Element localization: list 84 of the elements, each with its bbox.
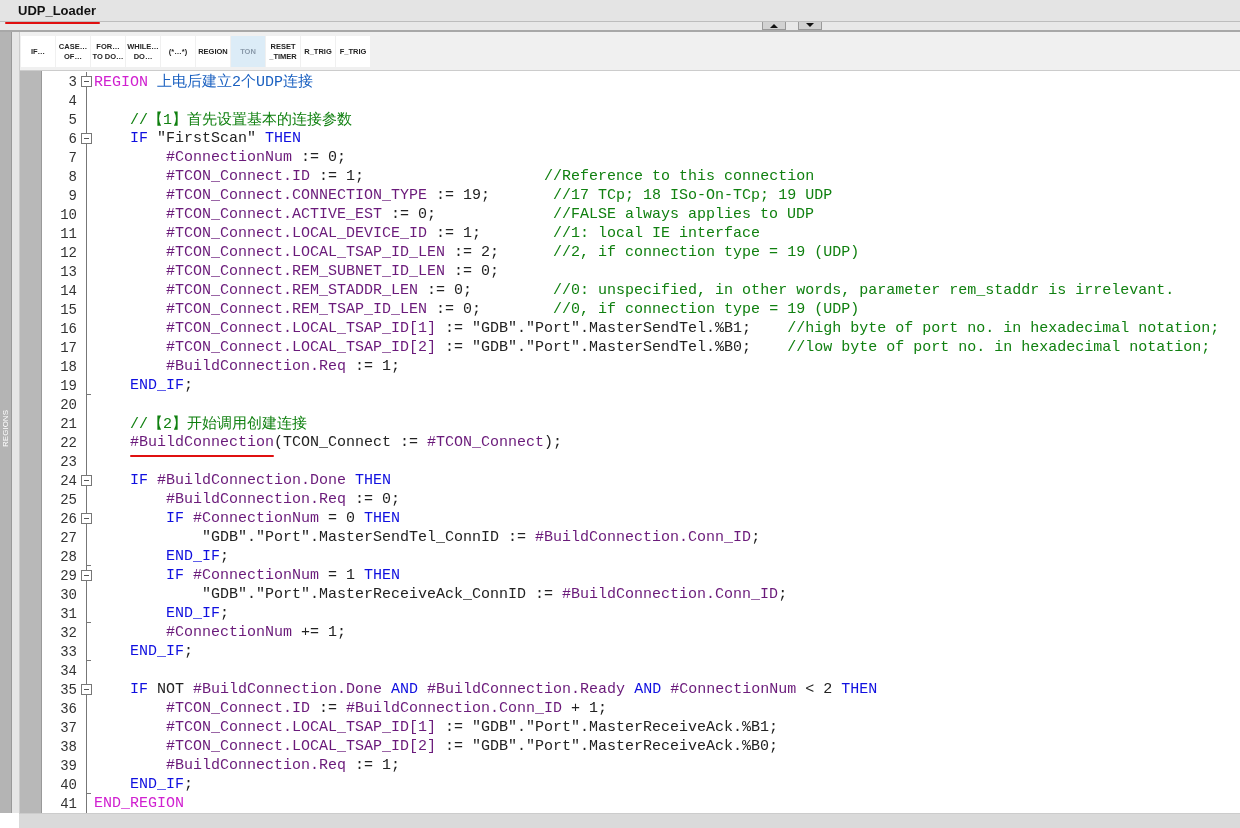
line-number: 12 bbox=[59, 244, 77, 261]
line-number: 8 bbox=[67, 168, 77, 185]
line-number: 19 bbox=[59, 377, 77, 394]
code-line: REGION 上电后建立2个UDP连接 bbox=[94, 72, 314, 91]
line-number: 31 bbox=[59, 605, 77, 622]
line-number: 15 bbox=[59, 301, 77, 318]
line-number: 35 bbox=[59, 681, 77, 698]
line-number: 21 bbox=[59, 415, 77, 432]
code-line: #TCON_Connect.ID := 1; //Reference to this connection bbox=[165, 168, 815, 185]
line-number: 4 bbox=[67, 92, 77, 109]
code-line: END_IF; bbox=[165, 605, 230, 622]
code-line: "GDB"."Port".MasterReceiveAck_ConnID := #BuildConnection.Conn_ID; bbox=[201, 586, 788, 603]
code-line: IF #BuildConnection.Done THEN bbox=[129, 472, 392, 489]
code-line: #TCON_Connect.ACTIVE_EST := 0; //FALSE always applies to UDP bbox=[165, 206, 815, 223]
code-line: IF "FirstScan" THEN bbox=[129, 130, 302, 147]
line-number: 14 bbox=[59, 282, 77, 299]
editor-title: UDP_Loader bbox=[18, 3, 97, 21]
line-number: 36 bbox=[59, 700, 77, 717]
code-line: #TCON_Connect.CONNECTION_TYPE := 19; //17 TCp; 18 ISo-On-TCp; 19 UDP bbox=[165, 187, 833, 204]
line-number: 20 bbox=[59, 396, 77, 413]
code-line: #BuildConnection.Req := 0; bbox=[165, 491, 401, 508]
line-number: 13 bbox=[59, 263, 77, 280]
collapse-icon[interactable] bbox=[81, 76, 92, 87]
line-number: 7 bbox=[67, 149, 77, 166]
code-line: #BuildConnection(TCON_Connect := #TCON_Connect); bbox=[94, 434, 563, 451]
horizontal-scrollbar[interactable] bbox=[19, 813, 1240, 828]
code-line: #TCON_Connect.LOCAL_TSAP_ID[2] := "GDB"."Port".MasterSendTel.%B0; //low byte of port no. in hexadecimal notation; bbox=[165, 339, 1211, 356]
line-number: 28 bbox=[59, 548, 77, 565]
line-number: 38 bbox=[59, 738, 77, 755]
code-line: //【2】开始调用创建连接 bbox=[129, 414, 307, 433]
scroll-up-icon[interactable] bbox=[762, 22, 786, 30]
code-line: //【1】首先设置基本的连接参数 bbox=[129, 110, 352, 129]
line-number: 40 bbox=[59, 776, 77, 793]
code-line: #BuildConnection.Req := 1; bbox=[165, 757, 401, 774]
line-number: 23 bbox=[59, 453, 77, 470]
line-number: 29 bbox=[59, 567, 77, 584]
code-line: #BuildConnection.Req := 1; bbox=[165, 358, 401, 375]
code-line: #TCON_Connect.LOCAL_TSAP_ID[1] := "GDB"."Port".MasterSendTel.%B1; //high byte of port no. in hexadecimal notation; bbox=[165, 320, 1220, 337]
collapse-icon[interactable] bbox=[81, 570, 92, 581]
line-number: 32 bbox=[59, 624, 77, 641]
code-line: #TCON_Connect.LOCAL_DEVICE_ID := 1; //1: local IE interface bbox=[165, 225, 761, 242]
code-line: #ConnectionNum := 0; bbox=[165, 149, 347, 166]
line-number: 22 bbox=[59, 434, 77, 451]
code-line: "GDB"."Port".MasterSendTel_ConnID := #BuildConnection.Conn_ID; bbox=[201, 529, 761, 546]
code-line: END_IF; bbox=[129, 377, 194, 394]
line-number: 6 bbox=[67, 130, 77, 147]
code-line: #TCON_Connect.REM_TSAP_ID_LEN := 0; //0, if connection type = 19 (UDP) bbox=[165, 301, 860, 318]
line-number: 17 bbox=[59, 339, 77, 356]
line-number: 10 bbox=[59, 206, 77, 223]
code-line: END_REGION bbox=[94, 795, 184, 812]
line-number: 9 bbox=[67, 187, 77, 204]
code-line: #TCON_Connect.REM_STADDR_LEN := 0; //0: unspecified, in other words, parameter rem_staddr is irrelevant. bbox=[165, 282, 1175, 299]
collapse-icon[interactable] bbox=[81, 513, 92, 524]
line-number: 5 bbox=[67, 111, 77, 128]
line-number: 25 bbox=[59, 491, 77, 508]
collapse-icon[interactable] bbox=[81, 475, 92, 486]
line-number: 16 bbox=[59, 320, 77, 337]
line-number: 33 bbox=[59, 643, 77, 660]
code-line: IF #ConnectionNum = 1 THEN bbox=[165, 567, 401, 584]
line-number: 27 bbox=[59, 529, 77, 546]
code-line: #ConnectionNum += 1; bbox=[165, 624, 347, 641]
code-line: #TCON_Connect.REM_SUBNET_ID_LEN := 0; bbox=[165, 263, 500, 280]
code-line: END_IF; bbox=[129, 776, 194, 793]
code-line: IF #ConnectionNum = 0 THEN bbox=[165, 510, 401, 527]
line-number: 11 bbox=[59, 225, 77, 242]
line-number: 41 bbox=[59, 795, 77, 812]
line-number: 26 bbox=[59, 510, 77, 527]
code-line: END_IF; bbox=[165, 548, 230, 565]
line-number: 24 bbox=[59, 472, 77, 489]
code-line: #TCON_Connect.ID := #BuildConnection.Conn_ID + 1; bbox=[165, 700, 608, 717]
code-line: #TCON_Connect.LOCAL_TSAP_ID_LEN := 2; //2, if connection type = 19 (UDP) bbox=[165, 244, 860, 261]
line-number: 39 bbox=[59, 757, 77, 774]
scroll-down-icon[interactable] bbox=[798, 22, 822, 30]
line-number: 34 bbox=[59, 662, 77, 679]
code-line: IF NOT #BuildConnection.Done AND #BuildConnection.Ready AND #ConnectionNum < 2 THEN bbox=[129, 681, 878, 698]
code-line: #TCON_Connect.LOCAL_TSAP_ID[2] := "GDB"."Port".MasterReceiveAck.%B0; bbox=[165, 738, 779, 755]
line-number: 37 bbox=[59, 719, 77, 736]
code-line: END_IF; bbox=[129, 643, 194, 660]
collapse-icon[interactable] bbox=[81, 133, 92, 144]
collapse-icon[interactable] bbox=[81, 684, 92, 695]
line-number: 3 bbox=[67, 73, 77, 90]
line-number: 30 bbox=[59, 586, 77, 603]
line-number: 18 bbox=[59, 358, 77, 375]
code-line: #TCON_Connect.LOCAL_TSAP_ID[1] := "GDB"."Port".MasterReceiveAck.%B1; bbox=[165, 719, 779, 736]
